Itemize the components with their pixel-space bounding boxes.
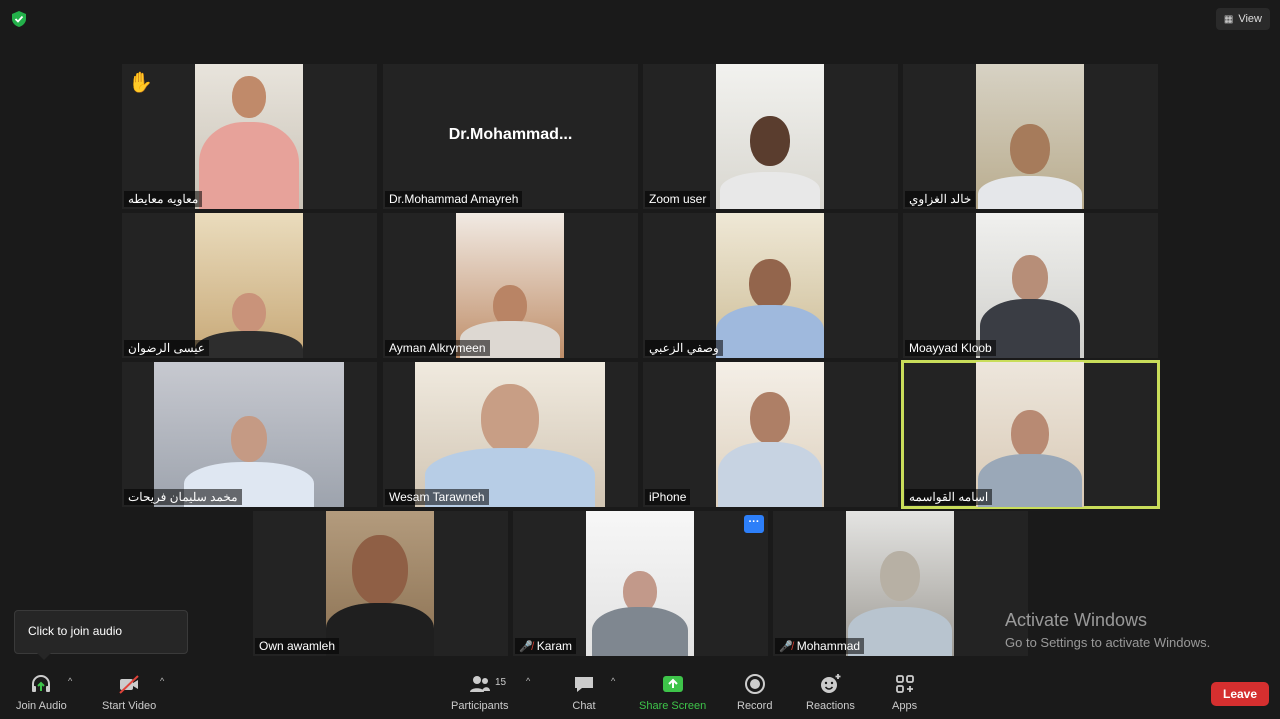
leave-button[interactable]: Leave — [1211, 682, 1269, 706]
participant-tile[interactable]: خالد الغزاوي — [903, 64, 1158, 209]
audio-options-caret-icon[interactable]: ^ — [68, 676, 72, 686]
participant-name: معاويه معايطه — [124, 191, 203, 207]
video-feed — [456, 213, 564, 358]
apps-button[interactable]: Apps — [892, 672, 917, 712]
participant-tile[interactable]: Ayman Alkrymeen — [383, 213, 638, 358]
participant-tile[interactable]: عيسى الرضوان — [122, 213, 377, 358]
chat-icon — [575, 677, 593, 692]
participant-tile[interactable]: Zoom user — [643, 64, 898, 209]
chat-options-caret-icon[interactable]: ^ — [611, 676, 615, 686]
video-feed — [976, 64, 1084, 209]
smiley-plus-icon — [821, 674, 841, 693]
video-feed — [195, 213, 303, 358]
video-off-icon — [119, 675, 139, 694]
participant-name: Moayyad Kloob — [905, 340, 996, 356]
raise-hand-icon: ✋ — [128, 72, 153, 94]
participant-tile[interactable]: 🎤̸ Mohammad — [773, 511, 1028, 656]
headphones-icon — [32, 675, 51, 692]
participant-tile[interactable]: iPhone — [643, 362, 898, 507]
apps-icon — [895, 675, 914, 693]
video-feed — [716, 213, 824, 358]
share-screen-button[interactable]: Share Screen — [639, 672, 706, 712]
participants-icon — [469, 676, 490, 692]
video-feed — [716, 362, 824, 507]
participant-tile[interactable]: مخمد سليمان فريحات — [122, 362, 377, 507]
participant-name: Zoom user — [645, 191, 711, 207]
participant-name: Ayman Alkrymeen — [385, 340, 490, 356]
participant-name: خالد الغزاوي — [905, 191, 976, 207]
participant-name: Own awamleh — [255, 638, 340, 654]
video-feed — [326, 511, 434, 656]
participants-options-caret-icon[interactable]: ^ — [526, 676, 530, 686]
participant-display-name: Dr.Mohammad... — [448, 126, 573, 143]
video-options-caret-icon[interactable]: ^ — [160, 676, 164, 686]
participant-name: Dr.Mohammad Amayreh — [385, 191, 523, 207]
participant-name: مخمد سليمان فريحات — [124, 489, 242, 505]
mic-muted-icon: 🎤̸ — [779, 640, 793, 653]
grid-icon: ▦ — [1223, 13, 1234, 25]
record-icon — [744, 674, 765, 694]
video-feed — [154, 362, 344, 507]
join-audio-button[interactable]: Join Audio — [16, 672, 67, 712]
participant-tile-active-speaker[interactable]: اسامه القواسمه — [901, 360, 1160, 509]
video-feed — [976, 362, 1084, 507]
participant-tile[interactable]: Dr.Mohammad... Dr.Mohammad Amayreh — [383, 64, 638, 209]
participant-name: iPhone — [645, 489, 691, 505]
participant-tile[interactable]: Own awamleh — [253, 511, 508, 656]
participant-name: 🎤̸ Karam — [515, 638, 577, 654]
share-screen-icon — [662, 676, 683, 692]
participant-tile[interactable]: وصفي الزعبي — [643, 213, 898, 358]
mic-muted-icon: 🎤̸ — [519, 640, 533, 653]
join-audio-tooltip: Click to join audio — [14, 610, 188, 660]
video-feed — [415, 362, 605, 507]
participant-name: عيسى الرضوان — [124, 340, 209, 356]
video-feed — [586, 511, 694, 656]
participant-name: وصفي الزعبي — [645, 340, 723, 356]
participant-tile[interactable]: ✋ معاويه معايطه — [122, 64, 377, 209]
view-button[interactable]: ▦ View — [1215, 8, 1270, 30]
participant-tile[interactable]: Moayyad Kloob — [903, 213, 1158, 358]
participant-name: 🎤̸ Mohammad — [775, 638, 865, 654]
chat-button[interactable]: Chat — [572, 672, 596, 712]
participant-tile[interactable]: ··· 🎤̸ Karam — [513, 511, 768, 656]
video-feed — [716, 64, 824, 209]
video-feed — [846, 511, 954, 656]
video-feed — [195, 64, 303, 209]
security-shield-icon[interactable] — [10, 10, 28, 28]
participant-tile[interactable]: Wesam Tarawneh — [383, 362, 638, 507]
reactions-button[interactable]: Reactions — [806, 672, 855, 712]
participants-count-badge: 15 — [495, 677, 507, 688]
record-button[interactable]: Record — [737, 672, 772, 712]
participant-name: Wesam Tarawneh — [385, 489, 489, 505]
meeting-toolbar: Join Audio ^ Start Video ^ Participants … — [0, 664, 1280, 719]
video-feed — [976, 213, 1084, 358]
activate-windows-watermark: Activate Windows Go to Settings to activ… — [1005, 610, 1211, 650]
participant-name: اسامه القواسمه — [905, 489, 993, 505]
start-video-button[interactable]: Start Video — [102, 672, 156, 712]
more-options-button[interactable]: ··· — [744, 515, 764, 533]
